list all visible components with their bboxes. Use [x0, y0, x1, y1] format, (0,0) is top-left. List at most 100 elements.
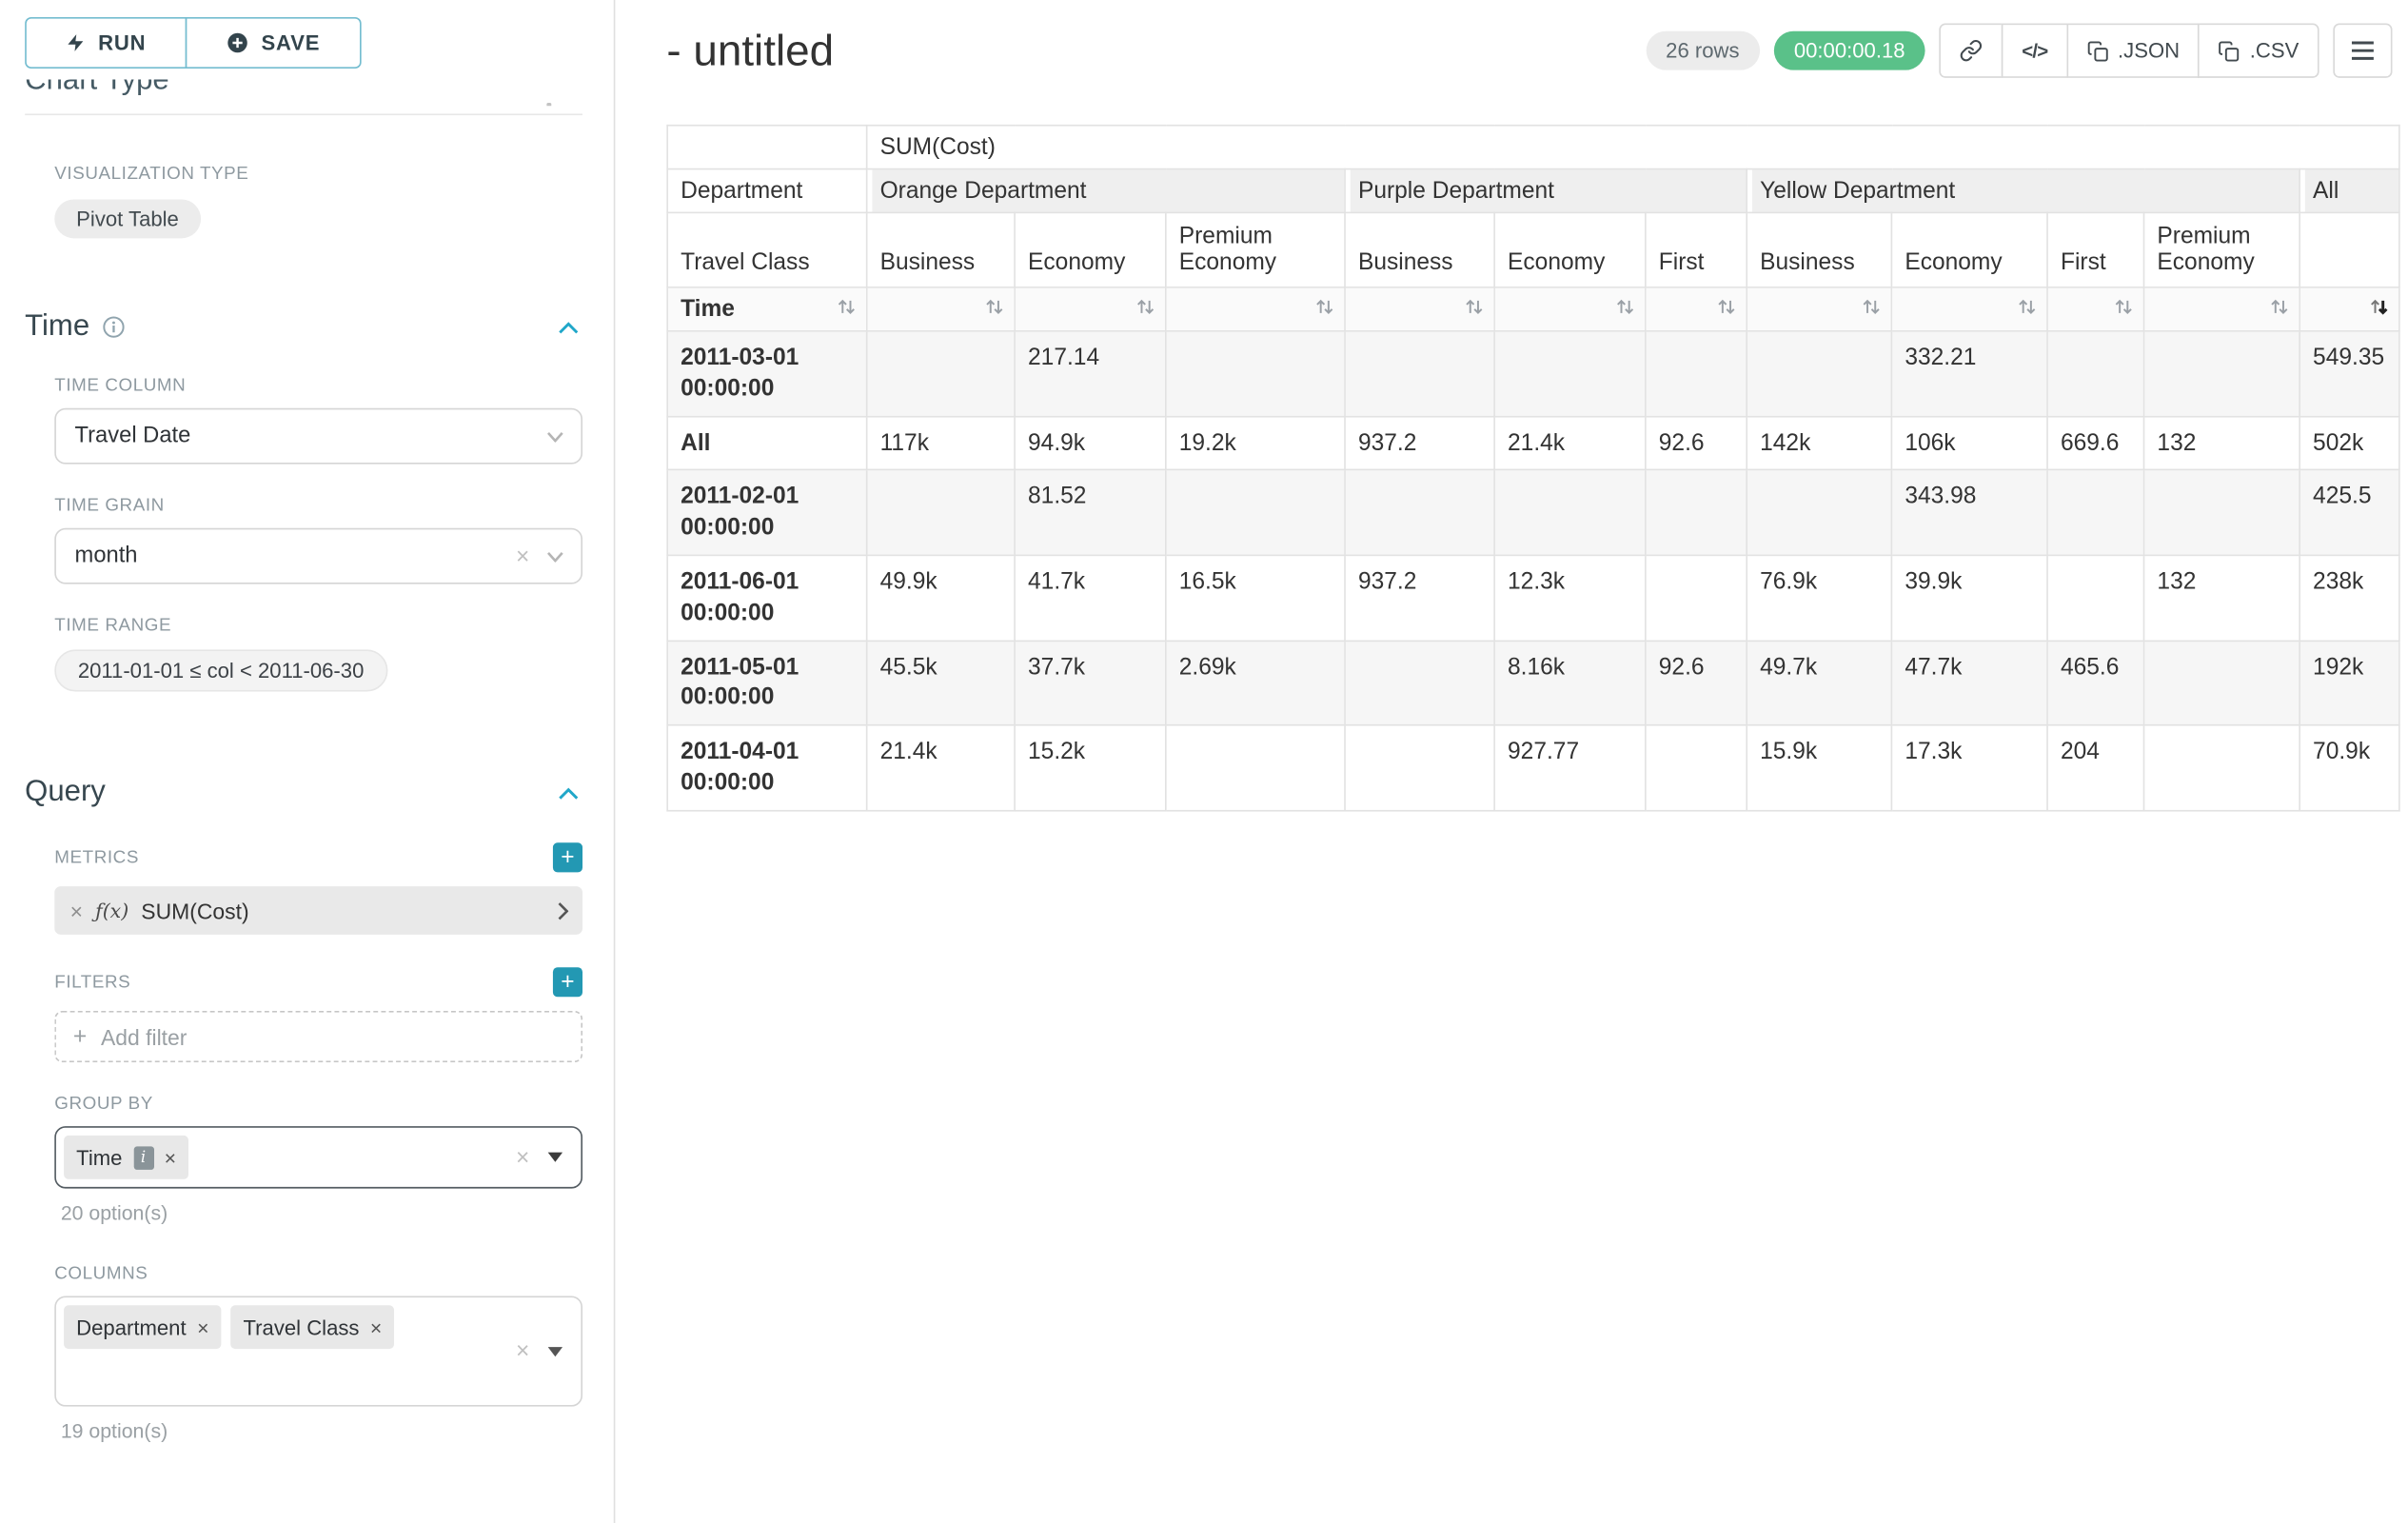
- clear-icon[interactable]: ×: [516, 1146, 529, 1170]
- more-menu-button[interactable]: [2333, 24, 2392, 78]
- pivot-value-cell: 465.6: [2047, 641, 2143, 725]
- travel-class-header: Business: [1345, 212, 1494, 287]
- sort-header-cell[interactable]: [1747, 287, 1891, 331]
- time-sort-row: Time: [667, 287, 2399, 331]
- pivot-value-cell: 47.7k: [1891, 641, 2047, 725]
- time-section-header: Time: [25, 310, 580, 345]
- pivot-value-cell: 76.9k: [1747, 555, 1891, 640]
- embed-code-button[interactable]: </>: [2002, 24, 2068, 78]
- visualization-type-value[interactable]: Pivot Table: [54, 199, 200, 238]
- selected-value-tag[interactable]: Department×: [64, 1305, 222, 1349]
- add-filter-dropzone[interactable]: + Add filter: [54, 1011, 582, 1062]
- run-button[interactable]: RUN: [25, 17, 187, 69]
- tag-label: Time: [76, 1146, 122, 1170]
- sort-icon[interactable]: [1861, 296, 1881, 316]
- pivot-value-cell: 937.2: [1345, 555, 1494, 640]
- export-csv-button[interactable]: .CSV: [2199, 24, 2319, 78]
- collapse-chevron-icon[interactable]: [558, 320, 580, 334]
- pivot-data-row: 2011-04-01 00:00:0021.4k15.2k927.7715.9k…: [667, 725, 2399, 810]
- run-button-label: RUN: [98, 31, 146, 55]
- info-icon[interactable]: [102, 316, 124, 338]
- time-range-value[interactable]: 2011-01-01 ≤ col < 2011-06-30: [54, 649, 387, 691]
- sort-icon[interactable]: [2269, 296, 2289, 316]
- sort-header-cell[interactable]: [1015, 287, 1166, 331]
- sort-header-cell[interactable]: [1891, 287, 2047, 331]
- scrolled-section-header: Chart Type: [25, 79, 580, 106]
- pivot-value-cell: [2144, 331, 2300, 416]
- sort-icon[interactable]: [1615, 296, 1635, 316]
- sort-icon[interactable]: [1464, 296, 1484, 316]
- sort-header-cell[interactable]: [2299, 287, 2399, 331]
- sort-header-cell[interactable]: [1646, 287, 1747, 331]
- travel-class-header: [2299, 212, 2399, 287]
- collapse-chevron-icon[interactable]: [558, 786, 580, 801]
- visualization-type-block: VISUALIZATION TYPE Pivot Table: [54, 165, 582, 238]
- sort-icon[interactable]: [2114, 296, 2134, 316]
- pivot-value-cell: 70.9k: [2299, 725, 2399, 810]
- add-filter-button[interactable]: +: [553, 967, 582, 997]
- remove-tag-icon[interactable]: ×: [197, 1317, 208, 1337]
- export-json-button[interactable]: .JSON: [2066, 24, 2200, 78]
- selected-value-tag[interactable]: Timei ×: [64, 1136, 188, 1179]
- copy-link-button[interactable]: [1940, 24, 2003, 78]
- metric-item[interactable]: × ƒ(x) SUM(Cost): [54, 886, 582, 935]
- file-export-icon: [2086, 40, 2108, 62]
- sort-header-cell[interactable]: [867, 287, 1015, 331]
- remove-tag-icon[interactable]: ×: [370, 1317, 382, 1337]
- pivot-value-cell: 343.98: [1891, 470, 2047, 555]
- group-by-select[interactable]: Timei × ×: [54, 1126, 582, 1188]
- sort-header-cell[interactable]: [2144, 287, 2300, 331]
- sort-icon[interactable]: [837, 296, 857, 316]
- pivot-value-cell: 15.2k: [1015, 725, 1166, 810]
- add-metric-button[interactable]: +: [553, 842, 582, 872]
- sort-header-cell[interactable]: [2047, 287, 2143, 331]
- code-icon: </>: [2022, 40, 2047, 62]
- clear-icon[interactable]: ×: [516, 1339, 529, 1363]
- pivot-table-container: SUM(Cost)DepartmentOrange DepartmentPurp…: [666, 125, 2407, 811]
- clear-icon[interactable]: ×: [516, 544, 529, 568]
- chart-panel: - untitled 26 rows 00:00:00.18 </>: [617, 0, 2408, 1523]
- sort-header-cell[interactable]: [1494, 287, 1646, 331]
- pivot-data-row: All117k94.9k19.2k937.221.4k92.6142k106k6…: [667, 416, 2399, 470]
- chart-title[interactable]: - untitled: [666, 26, 834, 75]
- sort-icon[interactable]: [2017, 296, 2037, 316]
- pivot-value-cell: 12.3k: [1494, 555, 1646, 640]
- sort-icon[interactable]: [984, 296, 1004, 316]
- time-column-select[interactable]: Travel Date: [54, 408, 582, 465]
- remove-metric-icon[interactable]: ×: [70, 898, 83, 922]
- pivot-value-cell: [1166, 470, 1345, 555]
- sort-icon[interactable]: [1716, 296, 1736, 316]
- pivot-value-cell: 425.5: [2299, 470, 2399, 555]
- sort-icon[interactable]: [1135, 296, 1155, 316]
- pivot-data-row: 2011-02-01 00:00:0081.52343.98425.5: [667, 470, 2399, 555]
- save-button[interactable]: SAVE: [185, 17, 361, 69]
- selected-value-tag[interactable]: Travel Class×: [230, 1305, 394, 1349]
- bolt-icon: [66, 31, 86, 55]
- pivot-value-cell: 8.16k: [1494, 641, 1646, 725]
- chevron-down-icon: [546, 550, 563, 561]
- visualization-type-label: VISUALIZATION TYPE: [54, 165, 582, 184]
- file-export-icon: [2219, 40, 2240, 62]
- columns-select[interactable]: Department×Travel Class× ×: [54, 1296, 582, 1406]
- sort-header-cell[interactable]: [1166, 287, 1345, 331]
- pivot-value-cell: 15.9k: [1747, 725, 1891, 810]
- chevron-down-icon: [546, 430, 563, 441]
- pivot-value-cell: 192k: [2299, 641, 2399, 725]
- department-header-row: DepartmentOrange DepartmentPurple Depart…: [667, 169, 2399, 213]
- pivot-value-cell: [1494, 470, 1646, 555]
- sort-icon[interactable]: [1314, 296, 1334, 316]
- pivot-value-cell: 41.7k: [1015, 555, 1166, 640]
- department-group-header: Orange Department: [867, 169, 1345, 213]
- info-badge-icon[interactable]: i: [133, 1146, 153, 1170]
- pivot-value-cell: 927.77: [1494, 725, 1646, 810]
- pivot-value-cell: [2047, 555, 2143, 640]
- time-grain-select[interactable]: month ×: [54, 528, 582, 584]
- pivot-corner-cell: [667, 126, 866, 169]
- column-dimension-label: Department: [667, 169, 866, 213]
- link-icon: [1960, 39, 1984, 63]
- sort-desc-active-icon[interactable]: [2369, 296, 2389, 316]
- sort-header-cell[interactable]: [1345, 287, 1494, 331]
- chevron-right-icon[interactable]: [558, 901, 568, 920]
- pivot-value-cell: 502k: [2299, 416, 2399, 470]
- remove-tag-icon[interactable]: ×: [165, 1147, 176, 1167]
